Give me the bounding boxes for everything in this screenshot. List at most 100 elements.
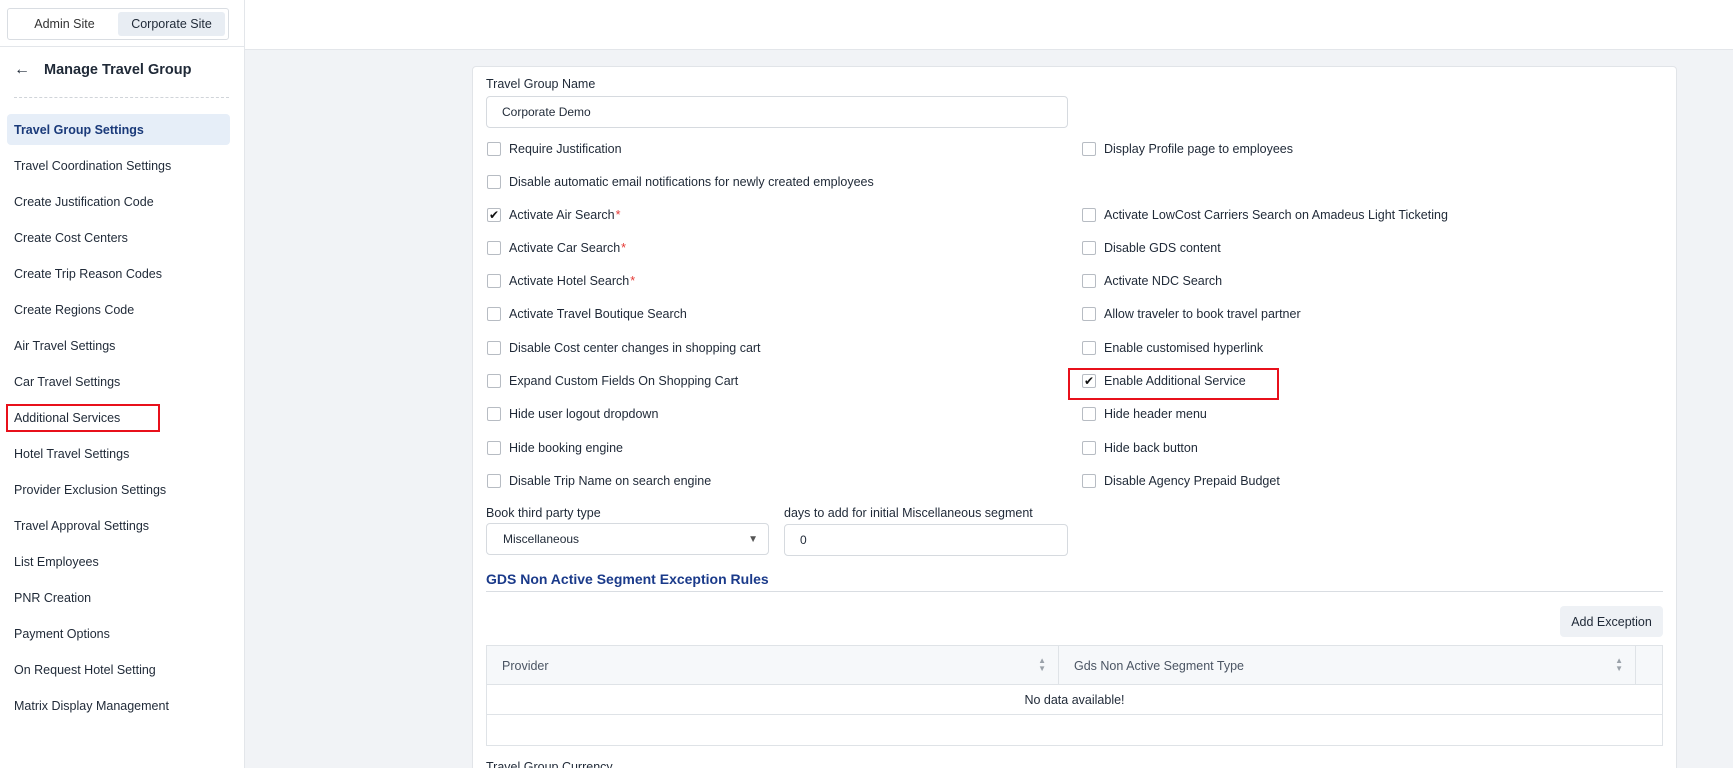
third-party-select[interactable]: Miscellaneous ▼ — [486, 523, 769, 555]
column-provider[interactable]: Provider ▲ ▼ — [487, 646, 1059, 685]
add-exception-button[interactable]: Add Exception — [1560, 606, 1663, 637]
group-name-input[interactable]: Corporate Demo — [486, 96, 1068, 128]
checkbox-box[interactable] — [1082, 441, 1096, 455]
checkbox-label: Allow traveler to book travel partner — [1104, 307, 1301, 321]
checkmark-icon: ✔ — [1083, 374, 1095, 388]
checkbox-hide-header-menu[interactable]: Hide header menu — [1082, 404, 1207, 424]
sidebar-item-pnr-creation[interactable]: PNR Creation — [7, 582, 230, 613]
checkbox-disable-email-notifications[interactable]: Disable automatic email notifications fo… — [487, 172, 874, 192]
sidebar-item-provider-exclusion-settings[interactable]: Provider Exclusion Settings — [7, 474, 230, 505]
page-title: Manage Travel Group — [44, 62, 192, 78]
sidebar-item-on-request-hotel-setting[interactable]: On Request Hotel Setting — [7, 654, 230, 685]
back-arrow-icon[interactable]: ← — [14, 62, 30, 78]
checkbox-box[interactable] — [1082, 208, 1096, 222]
checkbox-label: Hide header menu — [1104, 407, 1207, 421]
checkbox-disable-cost-center-changes[interactable]: Disable Cost center changes in shopping … — [487, 338, 761, 358]
third-party-selected: Miscellaneous — [503, 532, 580, 546]
days-input[interactable]: 0 — [784, 524, 1068, 556]
sidebar-item-create-regions-code[interactable]: Create Regions Code — [7, 294, 230, 325]
checkbox-allow-book-travel-partner[interactable]: Allow traveler to book travel partner — [1082, 304, 1301, 324]
tab-corporate-site[interactable]: Corporate Site — [118, 12, 225, 36]
sidebar-item-create-justification-code[interactable]: Create Justification Code — [7, 186, 230, 217]
group-name-label: Travel Group Name — [486, 77, 596, 91]
column-gds-segment-type[interactable]: Gds Non Active Segment Type ▲ ▼ — [1059, 646, 1636, 685]
checkbox-label: Disable Trip Name on search engine — [509, 474, 712, 488]
sidebar-item-list-employees[interactable]: List Employees — [7, 546, 230, 577]
sidebar-item-matrix-display-management[interactable]: Matrix Display Management — [7, 690, 230, 721]
column-label: Gds Non Active Segment Type — [1074, 658, 1245, 673]
checkbox-box[interactable] — [1082, 307, 1096, 321]
sidebar-item-travel-coordination-settings[interactable]: Travel Coordination Settings — [7, 150, 230, 181]
checkbox-hide-user-logout-dropdown[interactable]: Hide user logout dropdown — [487, 404, 658, 424]
sidebar-item-travel-approval-settings[interactable]: Travel Approval Settings — [7, 510, 230, 541]
checkbox-box[interactable] — [1082, 341, 1096, 355]
checkbox-box[interactable] — [487, 341, 501, 355]
sidebar-item-hotel-travel-settings[interactable]: Hotel Travel Settings — [7, 438, 230, 469]
checkbox-label: Enable Additional Service — [1104, 374, 1246, 388]
checkbox-box[interactable] — [1082, 274, 1096, 288]
checkbox-activate-air-search[interactable]: ✔ Activate Air Search * — [487, 205, 620, 225]
checkbox-box[interactable] — [487, 274, 501, 288]
checkbox-display-profile-page[interactable]: Display Profile page to employees — [1082, 139, 1293, 159]
checkbox-label: Require Justification — [509, 142, 622, 156]
sidebar-nav: Travel Group Settings Travel Coordinatio… — [7, 114, 230, 726]
checkbox-box[interactable] — [487, 142, 501, 156]
sidebar-item-car-travel-settings[interactable]: Car Travel Settings — [7, 366, 230, 397]
checkbox-label: Activate NDC Search — [1104, 274, 1223, 288]
checkbox-box[interactable]: ✔ — [487, 208, 501, 222]
checkbox-label: Activate LowCost Carriers Search on Amad… — [1104, 208, 1448, 222]
sidebar-item-create-cost-centers[interactable]: Create Cost Centers — [7, 222, 230, 253]
checkbox-box[interactable] — [487, 474, 501, 488]
sidebar-item-travel-group-settings[interactable]: Travel Group Settings — [7, 114, 230, 145]
empty-table-message: No data available! — [487, 685, 1662, 715]
checkbox-enable-customised-hyperlink[interactable]: Enable customised hyperlink — [1082, 338, 1263, 358]
divider — [0, 46, 245, 47]
top-bar — [245, 0, 1733, 50]
manage-header: ← Manage Travel Group — [14, 62, 229, 98]
checkbox-box[interactable] — [487, 307, 501, 321]
tab-admin-site[interactable]: Admin Site — [11, 12, 118, 36]
gds-section-title: GDS Non Active Segment Exception Rules — [486, 571, 769, 587]
sidebar-item-additional-services[interactable]: Additional Services — [7, 402, 230, 433]
checkbox-expand-custom-fields[interactable]: Expand Custom Fields On Shopping Cart — [487, 371, 738, 391]
checkbox-activate-ndc-search[interactable]: Activate NDC Search — [1082, 271, 1222, 291]
checkbox-box[interactable] — [1082, 241, 1096, 255]
required-asterisk: * — [615, 208, 621, 222]
travel-group-currency-label: Travel Group Currency — [486, 760, 613, 768]
checkbox-activate-hotel-search[interactable]: Activate Hotel Search * — [487, 271, 635, 291]
checkbox-box[interactable] — [487, 175, 501, 189]
checkbox-box[interactable] — [487, 407, 501, 421]
checkbox-box[interactable] — [487, 441, 501, 455]
checkbox-box[interactable] — [1082, 407, 1096, 421]
sidebar-item-payment-options[interactable]: Payment Options — [7, 618, 230, 649]
checkbox-require-justification[interactable]: Require Justification — [487, 139, 622, 159]
checkbox-box[interactable] — [487, 374, 501, 388]
checkbox-disable-gds-content[interactable]: Disable GDS content — [1082, 238, 1221, 258]
checkbox-box[interactable]: ✔ — [1082, 374, 1096, 388]
site-switch: Admin Site Corporate Site — [7, 8, 229, 40]
sidebar-item-air-travel-settings[interactable]: Air Travel Settings — [7, 330, 230, 361]
sort-icon[interactable]: ▲ ▼ — [1615, 657, 1623, 673]
checkbox-disable-agency-prepaid-budget[interactable]: Disable Agency Prepaid Budget — [1082, 471, 1280, 491]
checkbox-label: Hide booking engine — [509, 441, 623, 455]
section-divider — [486, 591, 1663, 592]
checkbox-box[interactable] — [487, 241, 501, 255]
column-label: Provider — [502, 658, 549, 673]
checkbox-label: Display Profile page to employees — [1104, 142, 1293, 156]
sidebar-item-create-trip-reason-codes[interactable]: Create Trip Reason Codes — [7, 258, 230, 289]
sort-icon[interactable]: ▲ ▼ — [1038, 657, 1046, 673]
checkbox-disable-trip-name[interactable]: Disable Trip Name on search engine — [487, 471, 711, 491]
checkbox-hide-back-button[interactable]: Hide back button — [1082, 438, 1198, 458]
checkbox-box[interactable] — [1082, 474, 1096, 488]
sidebar: Admin Site Corporate Site ← Manage Trave… — [0, 0, 245, 768]
checkbox-label: Hide back button — [1104, 441, 1198, 455]
checkbox-hide-booking-engine[interactable]: Hide booking engine — [487, 438, 623, 458]
required-asterisk: * — [621, 241, 627, 255]
checkbox-label: Disable automatic email notifications fo… — [509, 175, 874, 189]
checkbox-activate-lowcost-carriers[interactable]: Activate LowCost Carriers Search on Amad… — [1082, 205, 1448, 225]
checkbox-label: Activate Air Search — [509, 208, 615, 222]
checkbox-activate-car-search[interactable]: Activate Car Search * — [487, 238, 626, 258]
checkbox-box[interactable] — [1082, 142, 1096, 156]
checkbox-enable-additional-service[interactable]: ✔ Enable Additional Service — [1082, 371, 1246, 391]
checkbox-activate-travel-boutique-search[interactable]: Activate Travel Boutique Search — [487, 304, 687, 324]
